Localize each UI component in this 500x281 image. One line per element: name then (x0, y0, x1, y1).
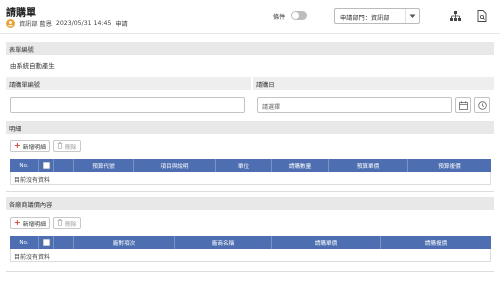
calendar-icon[interactable] (455, 97, 471, 113)
plus-icon: + (14, 218, 21, 227)
document-search-icon[interactable] (475, 9, 489, 23)
top-bar: 請購單 資訊部 藍恩 2023/05/31 14:45 申請 條件 申請部門：資… (0, 0, 500, 34)
avatar (6, 18, 15, 28)
req-date-input[interactable]: 請選擇 (257, 97, 452, 113)
col-blank (54, 236, 74, 249)
dept-select-value: 申請部門：資訊部 (340, 15, 390, 22)
dept-select[interactable]: 申請部門：資訊部 (334, 8, 420, 24)
page-title: 請購單 (6, 8, 36, 19)
req-no-label: 請購單編號 (6, 77, 251, 90)
vendors-table-header: No. 廠對項次 廠商名稱 請購單價 請購複價 (10, 236, 491, 249)
col-unit-price: 請購單價 (272, 236, 381, 249)
details-empty-row: 目前沒有資料 (10, 172, 491, 185)
col-unit: 單位 (216, 159, 272, 172)
add-vendor-label: 新增明細 (22, 221, 46, 228)
divider (6, 271, 494, 272)
delete-vendor-label: 刪除 (65, 221, 77, 228)
select-all-checkbox[interactable] (42, 239, 50, 246)
status-text: 申請 (115, 20, 128, 28)
delete-detail-label: 刪除 (65, 144, 77, 151)
condition-label: 條件 (273, 14, 286, 21)
trash-icon (57, 218, 63, 228)
details-table-header: No. 預算代號 項目與說明 單位 請購數量 預算單價 預算複價 (10, 159, 491, 172)
created-datetime: 2023/05/31 14:45 (55, 19, 112, 27)
vendors-empty-row: 目前沒有資料 (10, 249, 491, 262)
col-blank (54, 159, 74, 172)
col-item-ref: 廠對項次 (74, 236, 175, 249)
col-qty: 請購數量 (272, 159, 329, 172)
form-number-value: 由系統自動產生 (10, 62, 55, 70)
chevron-down-icon (405, 9, 419, 23)
divider (6, 191, 494, 192)
req-date-label: 請購日 (253, 77, 494, 90)
col-no: No. (10, 159, 39, 172)
vendors-header: 各廠商議價內容 (6, 197, 494, 210)
add-detail-button[interactable]: + 新增明細 (10, 140, 50, 152)
req-date-placeholder: 請選擇 (262, 104, 281, 111)
col-no: No. (10, 236, 39, 249)
form-number-header: 表單編號 (6, 42, 494, 55)
delete-vendor-button[interactable]: 刪除 (53, 217, 81, 229)
meta-line: 資訊部 藍恩 2023/05/31 14:45 申請 (6, 18, 128, 28)
select-all-checkbox[interactable] (42, 162, 50, 169)
org-chart-icon[interactable] (448, 9, 462, 23)
add-detail-label: 新增明細 (22, 144, 46, 151)
add-vendor-button[interactable]: + 新增明細 (10, 217, 50, 229)
col-item-desc: 項目與說明 (134, 159, 216, 172)
trash-icon (57, 141, 63, 151)
col-select-all (39, 236, 54, 249)
col-budget-total: 預算複價 (438, 163, 461, 170)
col-select-all (39, 159, 54, 172)
plus-icon: + (14, 141, 21, 150)
delete-detail-button[interactable]: 刪除 (53, 140, 81, 152)
req-no-input[interactable] (10, 97, 245, 113)
col-total-price: 請購複價 (424, 240, 448, 247)
col-budget-price: 預算單價 (329, 159, 408, 172)
user-name: 資訊部 藍恩 (19, 20, 52, 28)
clock-icon[interactable] (474, 97, 490, 113)
condition-toggle[interactable] (291, 11, 307, 20)
col-vendor-name: 廠商名稱 (175, 236, 272, 249)
details-header: 明細 (6, 121, 494, 134)
col-budget-code: 預算代號 (74, 159, 134, 172)
user-icon (8, 20, 13, 26)
